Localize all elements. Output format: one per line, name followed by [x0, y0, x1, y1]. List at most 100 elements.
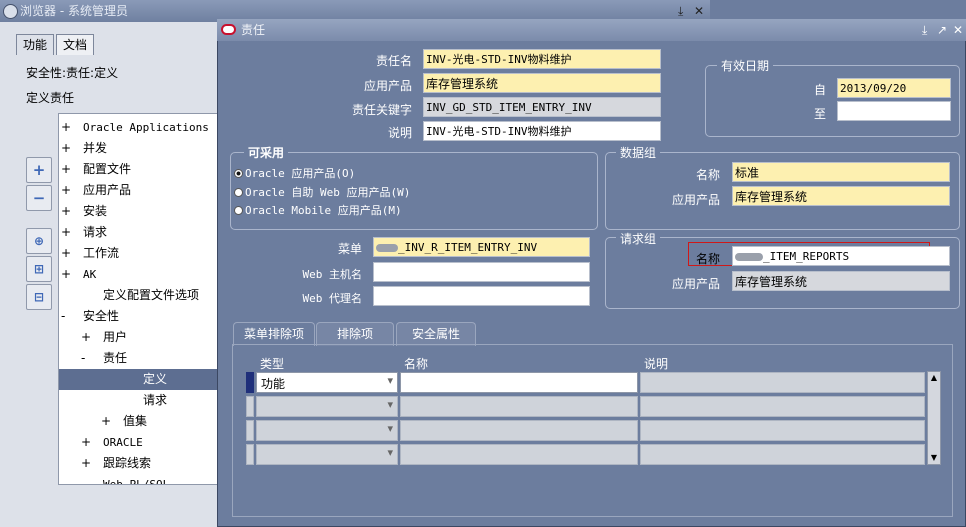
name-cell[interactable]	[400, 444, 638, 465]
description-cell[interactable]	[640, 420, 925, 441]
tree-item[interactable]: 定义	[59, 369, 221, 390]
tree-item[interactable]: 请求	[59, 390, 221, 411]
tree-toggle[interactable]: +	[61, 243, 71, 264]
description-cell[interactable]	[640, 396, 925, 417]
tree-toggle[interactable]: +	[81, 327, 91, 348]
row-indicator[interactable]	[246, 372, 254, 393]
name-cell[interactable]	[400, 372, 638, 393]
tab-functions[interactable]: 功能	[16, 34, 55, 55]
tree-toggle[interactable]: -	[61, 306, 65, 327]
col-header-description: 说明	[644, 357, 669, 371]
request-group-app-field[interactable]: 库存管理系统	[732, 271, 950, 291]
tree-toggle[interactable]: +	[61, 138, 71, 159]
grid-scrollbar[interactable]: ▲ ▼	[927, 371, 941, 465]
tab-documents[interactable]: 文档	[56, 34, 95, 55]
tree-item[interactable]: Web PL/SQL	[59, 474, 221, 484]
responsibility-key-field[interactable]: INV_GD_STD_ITEM_ENTRY_INV	[423, 97, 661, 117]
tree-item-label: 责任	[103, 351, 128, 365]
collapse-button[interactable]: −	[26, 185, 52, 211]
tree-item-label: 请求	[83, 225, 108, 239]
tree-item-label: AK	[83, 268, 97, 281]
tree-toggle[interactable]: +	[81, 432, 91, 453]
tree-toggle[interactable]: +	[61, 201, 71, 222]
tree-toggle[interactable]: -	[81, 348, 85, 369]
tree-item[interactable]: 定义配置文件选项	[59, 285, 221, 306]
expand-branch-button[interactable]: ⊕	[26, 228, 52, 254]
tree-item[interactable]: + 用户	[59, 327, 221, 348]
col-header-name: 名称	[404, 357, 429, 371]
responsibility-name-field[interactable]: INV-光电-STD-INV物料维护	[423, 49, 661, 69]
date-from-field[interactable]: 2013/09/20	[837, 78, 951, 98]
tree-toggle[interactable]: +	[101, 411, 111, 432]
tree-toggle[interactable]: +	[61, 264, 71, 285]
row-indicator[interactable]	[246, 444, 254, 465]
type-select[interactable]: ▾	[256, 444, 398, 465]
tree-toggle[interactable]: +	[81, 453, 91, 474]
dropdown-icon[interactable]: ▾	[387, 446, 393, 459]
expand-button[interactable]: +	[26, 157, 52, 183]
maximize-icon[interactable]: ↗	[937, 19, 947, 41]
from-label: 自	[813, 83, 826, 97]
application-field[interactable]: 库存管理系统	[423, 73, 661, 93]
description-cell[interactable]	[640, 372, 925, 393]
request-group-name-field[interactable]: _ITEM_REPORTS	[732, 246, 950, 266]
collapse-all-button[interactable]: ⊟	[26, 284, 52, 310]
responsibility-title-bar: 责任 ⤓ ↗ ✕	[217, 19, 966, 41]
tree-item[interactable]: + ORACLE	[59, 432, 221, 453]
available-title: 可采用	[244, 144, 289, 161]
menu-field[interactable]: _INV_R_ITEM_ENTRY_INV	[373, 237, 590, 257]
data-group-app-field[interactable]: 库存管理系统	[732, 186, 950, 206]
web-host-field[interactable]	[373, 262, 590, 282]
description-field[interactable]: INV-光电-STD-INV物料维护	[423, 121, 661, 141]
tree-item[interactable]: + 安装	[59, 201, 221, 222]
description-cell[interactable]	[640, 444, 925, 465]
type-select[interactable]: 功能 ▾	[256, 372, 398, 393]
tree-toggle[interactable]: +	[61, 117, 71, 138]
function-tree: + Oracle Applications + 并发 + 配置文件 + 应用产品 + 安装 + 请求 +…	[58, 113, 222, 485]
tree-item[interactable]: + 工作流	[59, 243, 221, 264]
date-to-field[interactable]	[837, 101, 951, 121]
request-group-app-label: 应用产品	[671, 277, 720, 291]
close-icon[interactable]: ✕	[953, 19, 963, 41]
tree-item[interactable]: + Oracle Applications	[59, 117, 221, 138]
tree-item[interactable]: - 责任	[59, 348, 221, 369]
dropdown-icon[interactable]: ▾	[387, 398, 393, 411]
radio-mobile[interactable]: Oracle Mobile 应用产品(M)	[234, 202, 402, 218]
tree-item[interactable]: + 值集	[59, 411, 221, 432]
web-agent-field[interactable]	[373, 286, 590, 306]
radio-self-service-web[interactable]: Oracle 自助 Web 应用产品(W)	[234, 184, 410, 200]
scroll-down-icon[interactable]: ▼	[928, 452, 940, 464]
radio-oracle-apps[interactable]: Oracle 应用产品(O)	[234, 165, 355, 181]
tree-item[interactable]: + 跟踪线索	[59, 453, 221, 474]
tree-item-label: ORACLE	[103, 436, 143, 449]
scroll-up-icon[interactable]: ▲	[928, 372, 940, 384]
row-indicator[interactable]	[246, 420, 254, 441]
tree-item[interactable]: + 并发	[59, 138, 221, 159]
tree-item[interactable]: + 请求	[59, 222, 221, 243]
type-select[interactable]: ▾	[256, 420, 398, 441]
dropdown-icon[interactable]: ▾	[387, 422, 393, 435]
data-group-name-field[interactable]: 标准	[732, 162, 950, 182]
name-cell[interactable]	[400, 420, 638, 441]
tree-item[interactable]: + 配置文件	[59, 159, 221, 180]
name-cell[interactable]	[400, 396, 638, 417]
tab-exclusions[interactable]: 排除项	[316, 322, 394, 346]
type-select[interactable]: ▾	[256, 396, 398, 417]
tree-toggle[interactable]: +	[61, 159, 71, 180]
tree-item-label: 定义	[143, 372, 168, 386]
oracle-logo-icon	[221, 24, 236, 35]
dropdown-icon[interactable]: ▾	[387, 374, 393, 387]
tree-item[interactable]: + AK	[59, 264, 221, 285]
tree-item[interactable]: + 应用产品	[59, 180, 221, 201]
row-indicator[interactable]	[246, 396, 254, 417]
tree-item-label: 应用产品	[83, 183, 132, 197]
tab-menu-exclusions[interactable]: 菜单排除项	[233, 322, 315, 346]
tree-item[interactable]: - 安全性	[59, 306, 221, 327]
tree-item-label: 安全性	[83, 309, 120, 323]
tree-item-label: 并发	[83, 141, 108, 155]
tab-security-attributes[interactable]: 安全属性	[396, 322, 476, 346]
minimize-icon[interactable]: ⤓	[922, 19, 927, 41]
tree-toggle[interactable]: +	[61, 180, 71, 201]
expand-all-button[interactable]: ⊞	[26, 256, 52, 282]
tree-toggle[interactable]: +	[61, 222, 71, 243]
